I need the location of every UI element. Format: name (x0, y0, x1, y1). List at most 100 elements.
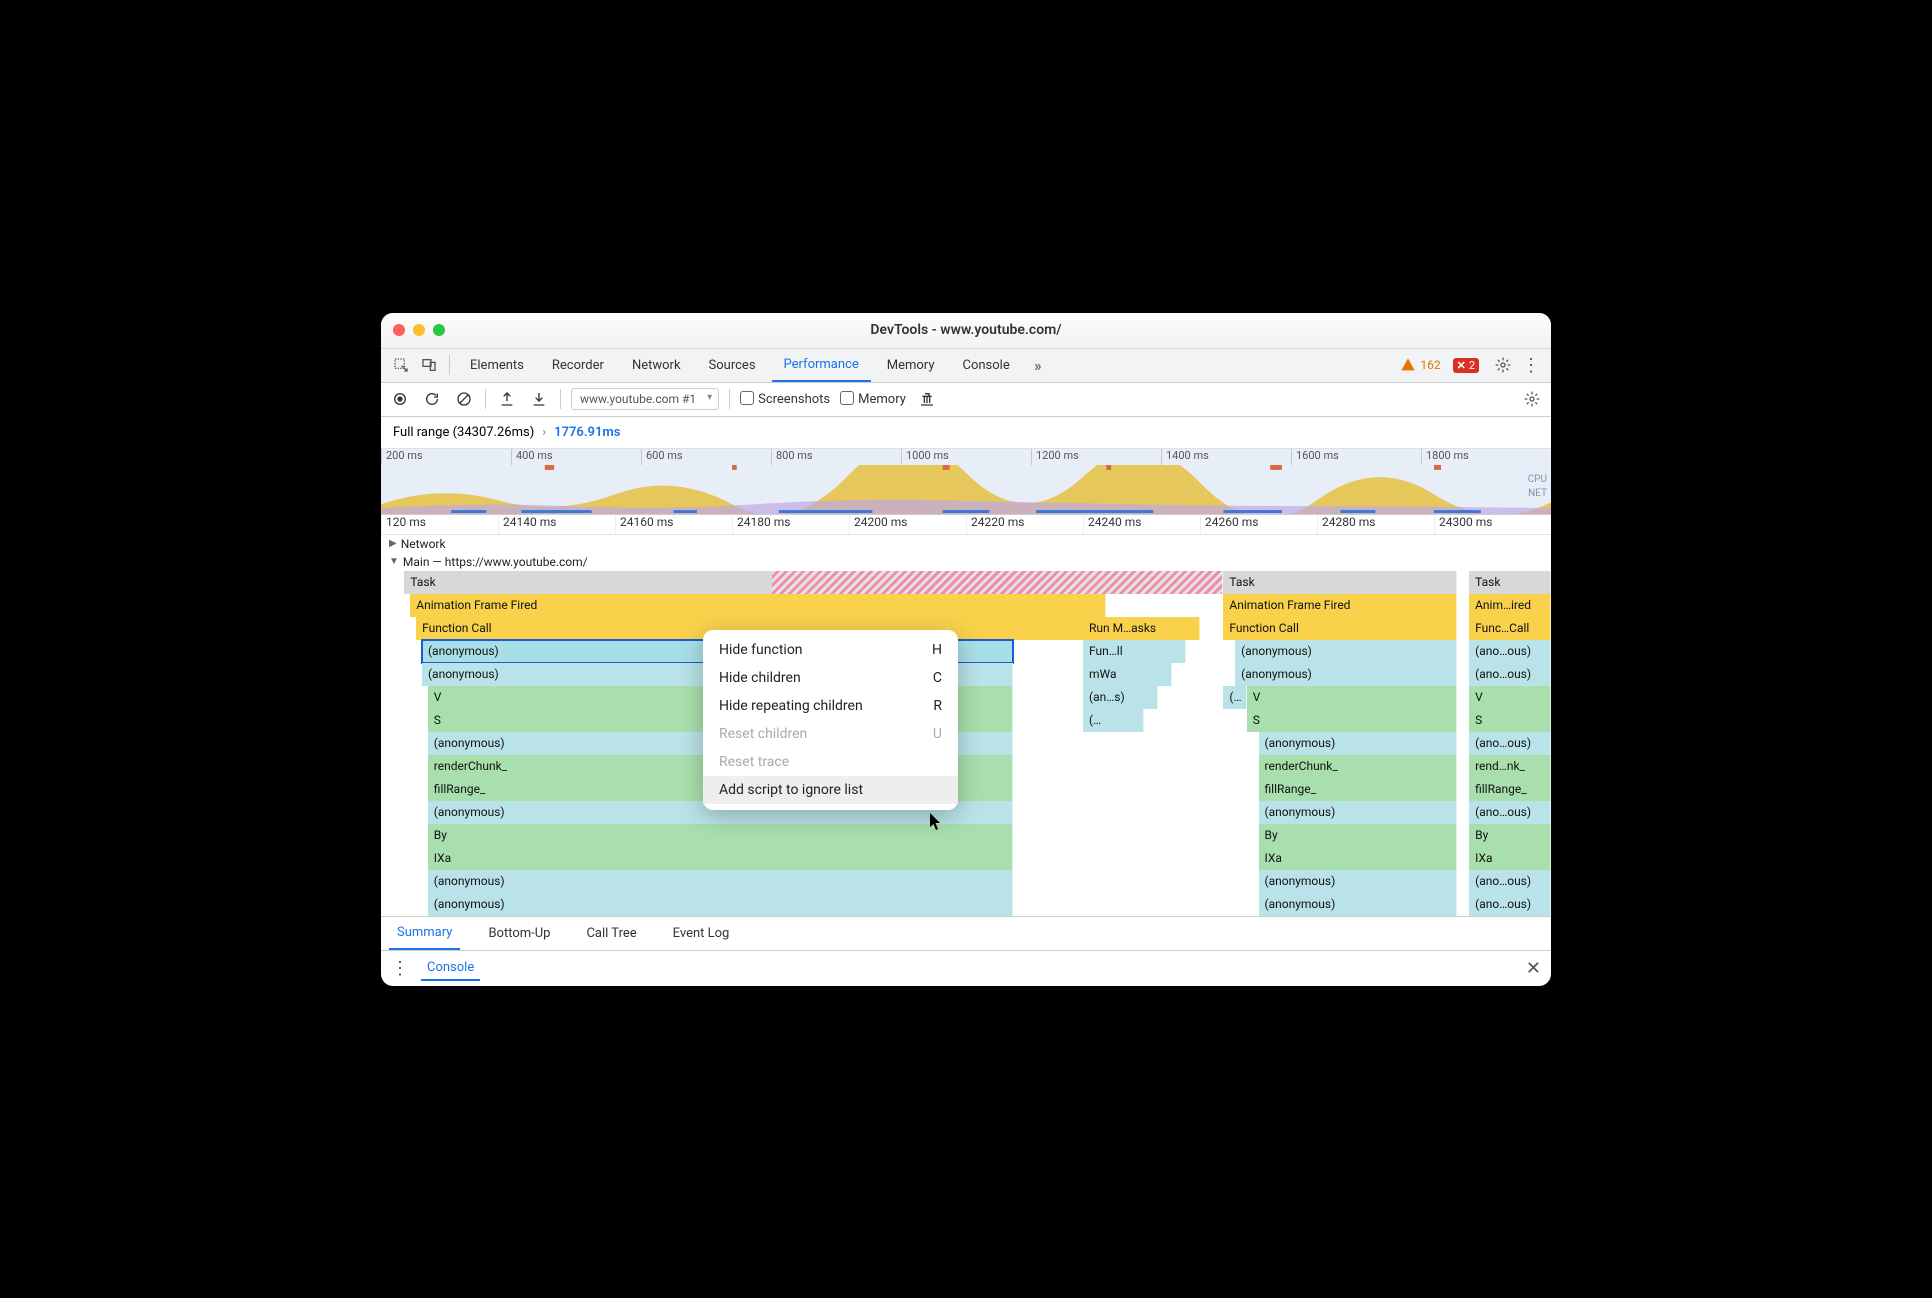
flame-bar[interactable]: Run M…asks (1083, 617, 1200, 640)
flame-bar[interactable]: Animation Frame Fired (1223, 594, 1457, 617)
tab-event-log[interactable]: Event Log (665, 917, 738, 950)
flame-bar[interactable]: (anonymous) (1259, 893, 1458, 916)
flame-bar[interactable]: renderChunk_ (1259, 755, 1458, 778)
errors-badge[interactable]: ✕2 (1453, 358, 1479, 373)
kebab-icon[interactable]: ⋮ (1519, 353, 1543, 377)
menu-reset-trace: Reset trace (703, 748, 958, 776)
bottom-tabs: Summary Bottom-Up Call Tree Event Log (381, 916, 1551, 950)
track-network[interactable]: ▶Network (381, 535, 1551, 553)
current-range[interactable]: 1776.91ms (554, 425, 620, 440)
download-icon[interactable] (528, 388, 550, 410)
tab-recorder[interactable]: Recorder (540, 349, 616, 382)
flame-bar[interactable]: Task (1223, 571, 1457, 594)
flame-bar[interactable]: (anonymous) (1259, 732, 1458, 755)
flame-bar[interactable]: IXa (1469, 847, 1551, 870)
flame-bar[interactable]: (ano…ous) (1469, 870, 1551, 893)
flame-bar[interactable]: (… (1223, 686, 1246, 709)
reload-icon[interactable] (421, 388, 443, 410)
flame-area[interactable]: ▶Network ▼Main — https://www.youtube.com… (381, 535, 1551, 916)
menu-reset-children: Reset childrenU (703, 720, 958, 748)
memory-checkbox[interactable]: Memory (840, 391, 906, 407)
flame-bar[interactable]: Task (1469, 571, 1551, 594)
menu-hide-children[interactable]: Hide childrenC (703, 664, 958, 692)
warning-count: 162 (1420, 358, 1440, 372)
flame-bar[interactable]: (anonymous) (1235, 663, 1457, 686)
tab-performance[interactable]: Performance (772, 349, 871, 382)
chevron-icon: › (542, 425, 546, 440)
perf-toolbar: www.youtube.com #1 Screenshots Memory (381, 383, 1551, 417)
flame-bar[interactable]: (an…s) (1083, 686, 1158, 709)
inspect-icon[interactable] (389, 353, 413, 377)
flame-bar[interactable]: Func…Call (1469, 617, 1551, 640)
more-tabs-icon[interactable]: » (1026, 353, 1050, 377)
titlebar: DevTools - www.youtube.com/ (381, 313, 1551, 349)
flame-bar[interactable]: (anonymous) (1235, 640, 1457, 663)
flame-bar[interactable]: Function Call (1223, 617, 1457, 640)
menu-add-ignore[interactable]: Add script to ignore list (703, 776, 958, 804)
flame-bar[interactable]: Fun…ll (1083, 640, 1186, 663)
gear-icon[interactable] (1521, 388, 1543, 410)
drawer-console-tab[interactable]: Console (421, 956, 480, 981)
tab-console[interactable]: Console (950, 349, 1021, 382)
flame-bar[interactable]: S (1247, 709, 1458, 732)
screenshots-checkbox[interactable]: Screenshots (740, 391, 830, 407)
tab-network[interactable]: Network (620, 349, 693, 382)
flame-bar[interactable]: mWa (1083, 663, 1172, 686)
tab-elements[interactable]: Elements (458, 349, 536, 382)
flame-bar[interactable]: IXa (1259, 847, 1458, 870)
tab-summary[interactable]: Summary (389, 917, 460, 950)
flame-bar[interactable]: (anonymous) (428, 893, 1013, 916)
tab-bottom-up[interactable]: Bottom-Up (480, 917, 558, 950)
flame-bar[interactable]: (… (1083, 709, 1144, 732)
menu-hide-function[interactable]: Hide functionH (703, 636, 958, 664)
overview-strip[interactable]: 200 ms 400 ms 600 ms 800 ms 1000 ms 1200… (381, 449, 1551, 515)
flame-bar[interactable]: Anim…ired (1469, 594, 1551, 617)
window-title: DevTools - www.youtube.com/ (381, 322, 1551, 338)
tab-call-tree[interactable]: Call Tree (578, 917, 644, 950)
flame-bar[interactable]: Animation Frame Fired (410, 594, 1106, 617)
flame-bar[interactable]: (ano…ous) (1469, 732, 1551, 755)
range-breadcrumb: Full range (34307.26ms) › 1776.91ms (381, 417, 1551, 449)
recording-select[interactable]: www.youtube.com #1 (571, 388, 719, 410)
clear-icon[interactable] (453, 388, 475, 410)
warnings-badge[interactable]: 162 (1400, 357, 1440, 373)
flame-bar[interactable]: By (428, 824, 1013, 847)
flame-bar[interactable]: (anonymous) (1259, 870, 1458, 893)
flame-bar[interactable]: rend…nk_ (1469, 755, 1551, 778)
minimize-icon[interactable] (413, 324, 425, 336)
context-menu: Hide functionH Hide childrenC Hide repea… (703, 630, 958, 810)
tab-sources[interactable]: Sources (697, 349, 768, 382)
flame-bar[interactable]: fillRange_ (1469, 778, 1551, 801)
flame-bar[interactable]: (ano…ous) (1469, 640, 1551, 663)
menu-hide-repeating[interactable]: Hide repeating childrenR (703, 692, 958, 720)
error-count: 2 (1469, 359, 1475, 372)
flame-bar[interactable]: (anonymous) (1259, 801, 1458, 824)
maximize-icon[interactable] (433, 324, 445, 336)
flame-bar[interactable]: (ano…ous) (1469, 893, 1551, 916)
flame-bar[interactable]: V (1247, 686, 1458, 709)
traffic-lights (393, 324, 445, 336)
flame-bar[interactable]: By (1469, 824, 1551, 847)
flame-bar[interactable]: S (1469, 709, 1551, 732)
kebab-icon[interactable]: ⋮ (391, 958, 409, 979)
flame-bar[interactable]: By (1259, 824, 1458, 847)
track-main[interactable]: ▼Main — https://www.youtube.com/ (381, 553, 1551, 571)
flame-bar[interactable]: IXa (428, 847, 1013, 870)
flame-bar[interactable]: fillRange_ (1259, 778, 1458, 801)
drawer: ⋮ Console ✕ (381, 950, 1551, 986)
close-icon[interactable]: ✕ (1526, 958, 1541, 979)
tab-memory[interactable]: Memory (875, 349, 947, 382)
flame-bar[interactable]: (ano…ous) (1469, 801, 1551, 824)
flame-bar[interactable]: (ano…ous) (1469, 663, 1551, 686)
garbage-collect-icon[interactable] (916, 388, 938, 410)
close-icon[interactable] (393, 324, 405, 336)
main-tabs: Elements Recorder Network Sources Perfor… (381, 349, 1551, 383)
full-range-label[interactable]: Full range (34307.26ms) (393, 425, 534, 440)
device-toggle-icon[interactable] (417, 353, 441, 377)
flame-bar[interactable]: Task (404, 571, 1223, 594)
record-icon[interactable] (389, 388, 411, 410)
gear-icon[interactable] (1491, 353, 1515, 377)
upload-icon[interactable] (496, 388, 518, 410)
flame-bar[interactable]: V (1469, 686, 1551, 709)
flame-bar[interactable]: (anonymous) (428, 870, 1013, 893)
